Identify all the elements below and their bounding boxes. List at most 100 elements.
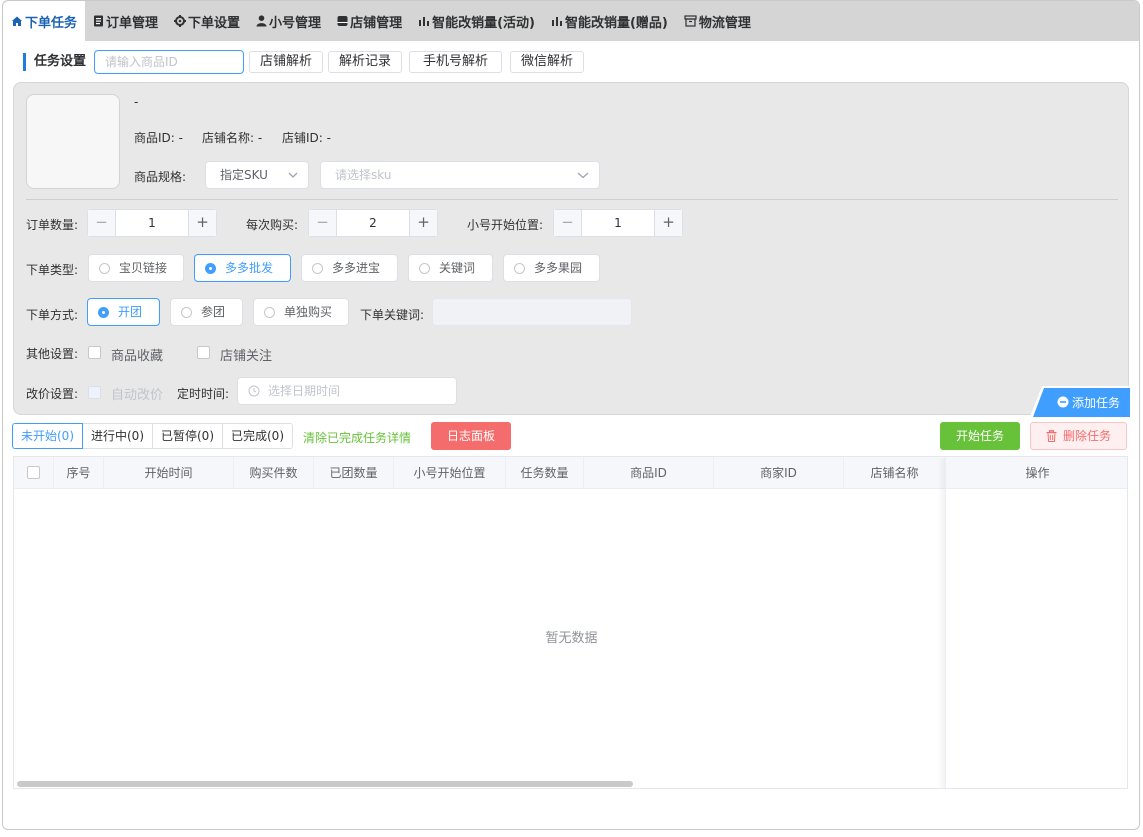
column-header[interactable]: 商品ID bbox=[584, 457, 714, 489]
tab-smart-sales-gift[interactable]: 智能改销量(赠品) bbox=[543, 1, 676, 41]
status-tab-paused[interactable]: 已暂停(0) bbox=[152, 423, 223, 449]
product-name: - bbox=[134, 95, 139, 109]
decrease-button[interactable]: − bbox=[88, 210, 116, 236]
user-icon bbox=[256, 15, 267, 27]
tab-label: 下单任务 bbox=[25, 15, 78, 31]
add-task-button[interactable]: 添加任务 bbox=[1030, 386, 1132, 418]
status-tab-completed[interactable]: 已完成(0) bbox=[222, 423, 293, 449]
delete-task-button[interactable]: 删除任务 bbox=[1030, 422, 1127, 450]
gear-icon bbox=[174, 15, 187, 27]
start-pos-stepper[interactable]: − 1 + bbox=[553, 209, 683, 237]
column-header[interactable]: 商家ID bbox=[714, 457, 844, 489]
option-label: 多多批发 bbox=[225, 261, 274, 275]
product-id-text: 商品ID: - bbox=[134, 131, 183, 145]
divider bbox=[26, 199, 1118, 200]
datetime-placeholder: 选择日期时间 bbox=[268, 384, 341, 398]
wechat-parse-button[interactable]: 微信解析 bbox=[510, 51, 584, 73]
tab-logistics-management[interactable]: 物流管理 bbox=[676, 1, 759, 41]
empty-placeholder: 暂无数据 bbox=[545, 631, 598, 646]
column-header[interactable]: 开始时间 bbox=[104, 457, 234, 489]
column-header[interactable]: 店铺名称 bbox=[844, 457, 945, 489]
store-name-text: 店铺名称: - bbox=[202, 131, 263, 145]
tab-account-management[interactable]: 小号管理 bbox=[248, 1, 329, 41]
spec-mode-select[interactable]: 指定SKU bbox=[205, 161, 309, 189]
start-task-button[interactable]: 开始任务 bbox=[940, 422, 1020, 450]
order-type-option-wholesale[interactable]: 多多批发 bbox=[194, 254, 291, 282]
order-keyword-label: 下单关键词: bbox=[360, 308, 425, 322]
box-icon bbox=[684, 15, 697, 27]
datetime-input[interactable]: 选择日期时间 bbox=[237, 377, 457, 405]
store-parse-button[interactable]: 店铺解析 bbox=[249, 51, 323, 73]
app-frame: 下单任务 订单管理 下单设置 小号管理 店铺管理 智能改销量(活动) 智能改销量… bbox=[2, 0, 1140, 830]
fixed-action-column bbox=[945, 457, 1127, 788]
store-id-text: 店铺ID: - bbox=[282, 131, 331, 145]
select-all-cell bbox=[14, 457, 54, 489]
order-method-option-solo[interactable]: 单独购买 bbox=[253, 298, 349, 326]
tab-order-settings[interactable]: 下单设置 bbox=[166, 1, 248, 41]
spec-mode-value: 指定SKU bbox=[220, 168, 268, 182]
column-header[interactable]: 序号 bbox=[54, 457, 104, 489]
order-method-option-open-group[interactable]: 开团 bbox=[87, 298, 160, 326]
product-id-input[interactable]: 请输入商品ID bbox=[94, 50, 244, 74]
select-all-checkbox[interactable] bbox=[27, 466, 40, 479]
increase-button[interactable]: + bbox=[188, 210, 216, 236]
option-label: 多多进宝 bbox=[332, 261, 381, 275]
order-type-option-keyword[interactable]: 关键词 bbox=[408, 254, 493, 282]
tab-label: 智能改销量(赠品) bbox=[564, 15, 668, 31]
per-buy-stepper[interactable]: − 2 + bbox=[308, 209, 438, 237]
status-tab-in-progress[interactable]: 进行中(0) bbox=[82, 423, 153, 449]
column-header[interactable]: 购买件数 bbox=[234, 457, 314, 489]
order-type-option-link[interactable]: 宝贝链接 bbox=[88, 254, 184, 282]
tab-place-order[interactable]: 下单任务 bbox=[3, 1, 86, 41]
product-image bbox=[26, 94, 120, 189]
home-icon bbox=[12, 16, 22, 26]
column-header[interactable]: 任务数量 bbox=[506, 457, 584, 489]
radio-icon bbox=[264, 307, 275, 318]
increase-button[interactable]: + bbox=[409, 210, 437, 236]
decrease-button[interactable]: − bbox=[554, 210, 582, 236]
tab-store-management[interactable]: 店铺管理 bbox=[329, 1, 410, 41]
other-settings-label: 其他设置: bbox=[26, 347, 79, 361]
increase-button[interactable]: + bbox=[654, 210, 682, 236]
tab-order-management[interactable]: 订单管理 bbox=[85, 1, 166, 41]
order-method-option-join-group[interactable]: 参团 bbox=[170, 298, 243, 326]
order-type-option-orchard[interactable]: 多多果园 bbox=[503, 254, 600, 282]
clear-completed-link[interactable]: 清除已完成任务详情 bbox=[303, 429, 411, 446]
tab-smart-sales-activity[interactable]: 智能改销量(活动) bbox=[410, 1, 543, 41]
column-header[interactable]: 小号开始位置 bbox=[394, 457, 506, 489]
order-type-label: 下单类型: bbox=[26, 263, 79, 277]
status-tab-not-started[interactable]: 未开始(0) bbox=[12, 423, 83, 449]
decrease-button[interactable]: − bbox=[309, 210, 337, 236]
option-label: 单独购买 bbox=[284, 305, 333, 319]
order-keyword-input[interactable] bbox=[432, 298, 632, 326]
tab-label: 店铺管理 bbox=[350, 15, 403, 31]
column-header[interactable]: 已团数量 bbox=[314, 457, 394, 489]
price-settings-label: 改价设置: bbox=[26, 387, 79, 401]
per-buy-label: 每次购买: bbox=[246, 218, 299, 232]
tab-label: 小号管理 bbox=[269, 15, 322, 31]
add-task-label: 添加任务 bbox=[1072, 396, 1121, 410]
phone-parse-button[interactable]: 手机号解析 bbox=[409, 51, 502, 73]
sku-placeholder: 请选择sku bbox=[335, 168, 392, 182]
parse-records-button[interactable]: 解析记录 bbox=[328, 51, 402, 73]
tab-label: 下单设置 bbox=[188, 15, 241, 31]
start-pos-value[interactable]: 1 bbox=[582, 210, 654, 236]
follow-store-checkbox[interactable] bbox=[197, 346, 210, 359]
order-qty-value[interactable]: 1 bbox=[116, 210, 188, 236]
per-buy-value[interactable]: 2 bbox=[337, 210, 409, 236]
horizontal-scrollbar[interactable] bbox=[17, 781, 633, 787]
radio-icon bbox=[181, 307, 192, 318]
task-settings-panel: - 商品ID: - 店铺名称: - 店铺ID: - 商品规格: 指定SKU 请选… bbox=[13, 82, 1132, 418]
option-label: 开团 bbox=[118, 305, 143, 319]
bar-chart-icon bbox=[419, 17, 430, 26]
favorite-checkbox[interactable] bbox=[88, 346, 101, 359]
option-label: 参团 bbox=[201, 305, 226, 319]
log-panel-button[interactable]: 日志面板 bbox=[431, 422, 511, 450]
order-qty-label: 订单数量: bbox=[26, 218, 79, 232]
auto-price-checkbox[interactable] bbox=[88, 386, 101, 399]
order-qty-stepper[interactable]: − 1 + bbox=[87, 209, 217, 237]
sku-select[interactable]: 请选择sku bbox=[320, 161, 600, 189]
task-status-toolbar: 未开始(0) 进行中(0) 已暂停(0) 已完成(0) 清除已完成任务详情 日志… bbox=[3, 421, 1139, 451]
order-type-option-jinbao[interactable]: 多多进宝 bbox=[301, 254, 398, 282]
timer-label: 定时时间: bbox=[177, 387, 230, 401]
